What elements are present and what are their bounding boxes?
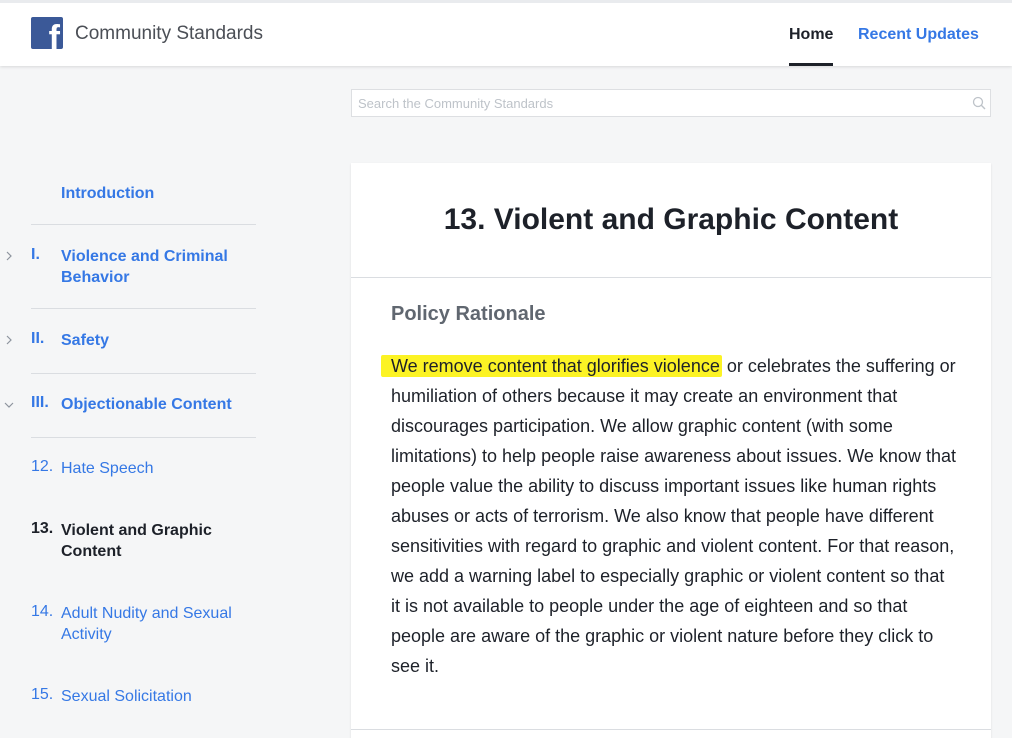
sidebar-item-number: 15. [31, 686, 54, 703]
section-divider [351, 729, 991, 730]
nav-home[interactable]: Home [789, 3, 834, 66]
sidebar-item-number: III. [31, 394, 49, 411]
sidebar-divider [31, 437, 256, 438]
content-panel: 13. Violent and Graphic Content Policy R… [351, 163, 991, 738]
site-title[interactable]: Community Standards [75, 23, 263, 45]
chevron-right-icon[interactable] [4, 251, 14, 261]
sidebar-item-label: Safety [61, 332, 110, 349]
chevron-down-icon[interactable] [4, 400, 14, 410]
sidebar-item-label: Violent and Graphic Content [61, 522, 212, 560]
sidebar-item-label: Sexual Solicitation [61, 688, 192, 705]
sidebar-item-number: 14. [31, 603, 54, 620]
sidebar-item-label: Violence and Criminal Behavior [61, 248, 228, 286]
facebook-logo-icon[interactable]: f [31, 17, 63, 49]
sidebar-item-number: I. [31, 246, 40, 263]
nav-recent-updates[interactable]: Recent Updates [858, 3, 979, 66]
body-text: or celebrates the suffering or humiliati… [391, 356, 956, 676]
search-icon[interactable] [972, 96, 986, 110]
search-box [351, 89, 991, 117]
sidebar-item-label: Introduction [61, 185, 155, 202]
section-heading: Policy Rationale [391, 303, 546, 325]
sidebar-item-number: 13. [31, 520, 54, 537]
search-input[interactable] [352, 90, 962, 116]
chevron-right-icon[interactable] [4, 335, 14, 345]
highlighted-text: We remove content that glorifies violenc… [381, 355, 722, 377]
sidebar-item-label: Adult Nudity and Sexual Activity [61, 605, 232, 643]
page-title: 13. Violent and Graphic Content [443, 203, 899, 236]
sidebar-divider [31, 308, 256, 309]
sidebar-item-number: 12. [31, 458, 54, 475]
sidebar-item-label: Objectionable Content [61, 396, 232, 413]
top-bar: f Community Standards Home Recent Update… [0, 0, 1012, 66]
sidebar-item-number: II. [31, 330, 45, 347]
title-divider [351, 277, 991, 278]
policy-rationale-text: We remove content that glorifies violenc… [381, 351, 956, 681]
sidebar-divider [31, 373, 256, 374]
sidebar-item-label: Hate Speech [61, 460, 154, 477]
sidebar-divider [31, 224, 256, 225]
